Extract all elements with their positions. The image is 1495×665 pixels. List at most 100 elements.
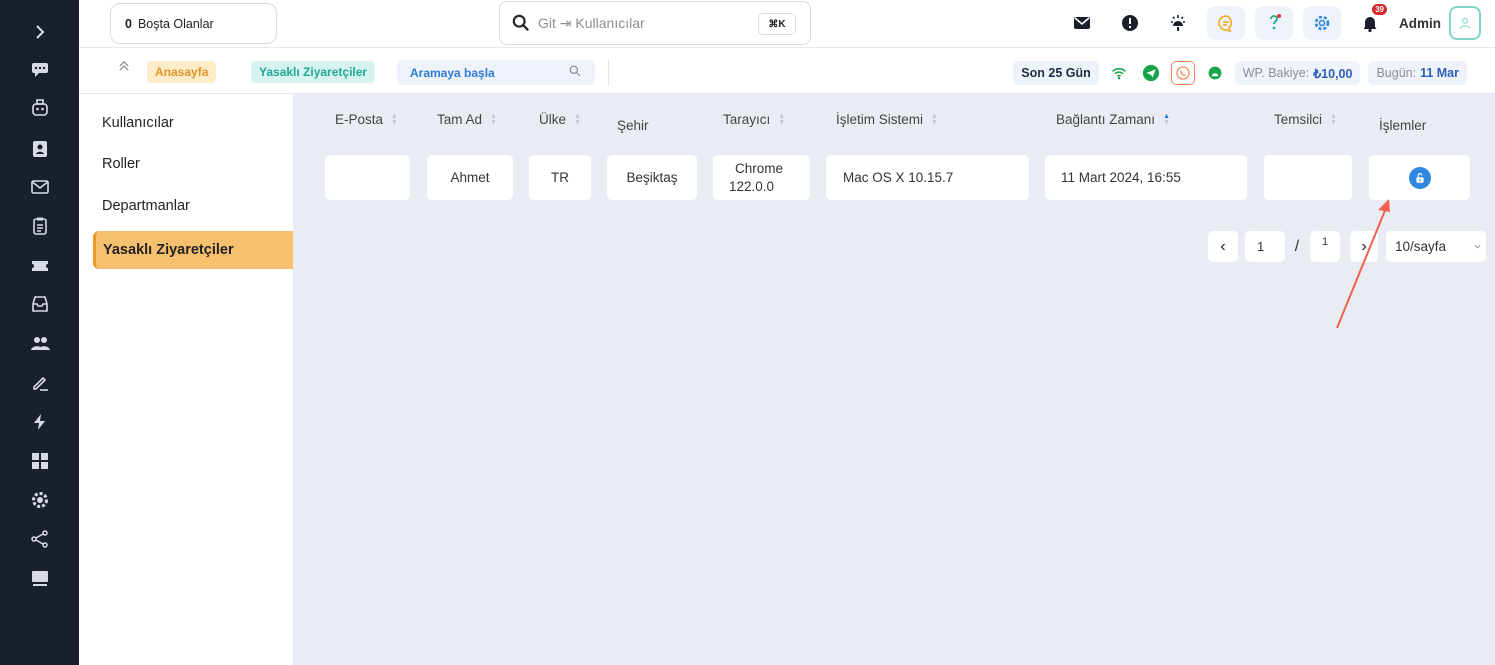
notifications-bell-icon[interactable]: 39 — [1351, 4, 1389, 40]
wp-balance: WP. Bakiye: ₺10,00 — [1234, 61, 1361, 85]
search-shortcut-badge: ⌘K — [758, 13, 796, 35]
status-strip: Son 25 Gün WP. Bakiye: ₺10,00 Bugün: 11 … — [1013, 61, 1495, 85]
feedback-icon[interactable] — [1207, 6, 1245, 40]
subnav-item-roles[interactable]: Roller — [93, 145, 293, 183]
collapse-chevron-icon[interactable] — [117, 59, 131, 76]
subnav-item-banned-visitors[interactable]: Yasaklı Ziyaretçiler — [93, 231, 293, 269]
column-header-full-name[interactable]: Tam Ad ▲ ▼ — [437, 112, 497, 127]
edit-pen-icon[interactable] — [0, 370, 79, 394]
breadcrumb-home[interactable]: Anasayfa — [147, 61, 217, 83]
wifi-icon — [1107, 61, 1131, 85]
page-size-select[interactable]: 10/sayfa — [1386, 231, 1486, 262]
wp-balance-label: WP. Bakiye: — [1242, 66, 1310, 80]
cell-email — [325, 155, 410, 200]
page-number-input[interactable]: 1 — [1245, 231, 1285, 262]
share-icon[interactable] — [0, 527, 79, 551]
quick-search-label: Aramaya başla — [410, 65, 495, 80]
preferences-gear-icon[interactable] — [1303, 6, 1341, 40]
cell-full-name: Ahmet — [427, 155, 513, 200]
subnav-item-users[interactable]: Kullanıcılar — [93, 104, 293, 142]
users-subnav: Kullanıcılar Roller Departmanlar Yasaklı… — [79, 94, 293, 665]
unban-lock-button[interactable] — [1408, 166, 1431, 189]
telegram-icon[interactable] — [1139, 61, 1163, 85]
divider — [608, 60, 609, 86]
cell-connected-at: 11 Mart 2024, 16:55 — [1045, 155, 1247, 200]
sort-icon[interactable]: ▲ ▼ — [778, 113, 785, 126]
cell-os: Mac OS X 10.15.7 — [826, 155, 1029, 200]
sort-icon[interactable]: ▲ ▼ — [490, 113, 497, 126]
page-size-value: 10/sayfa — [1395, 239, 1447, 254]
period-filter[interactable]: Son 25 Gün — [1013, 61, 1099, 85]
settings-gear-icon[interactable] — [0, 488, 79, 512]
sort-icon[interactable]: ▲ ▼ — [391, 113, 398, 126]
ticket-icon[interactable] — [0, 254, 79, 278]
mail-icon[interactable] — [0, 175, 79, 199]
sort-icon[interactable]: ▲ ▼ — [931, 113, 938, 126]
theme-bulb-icon[interactable] — [1159, 6, 1197, 40]
cell-actions — [1369, 155, 1470, 200]
chevron-right-icon — [1362, 243, 1367, 250]
column-label: Tarayıcı — [723, 112, 771, 127]
dashboard-grid-icon[interactable] — [0, 449, 79, 473]
cell-country: TR — [529, 155, 591, 200]
search-icon — [512, 14, 529, 31]
sort-icon[interactable]: ▲ ▼ — [1163, 113, 1170, 126]
column-label: E-Posta — [335, 112, 384, 127]
sort-icon[interactable]: ▲ ▼ — [1330, 113, 1337, 126]
column-label: Ülke — [539, 112, 567, 127]
lightning-icon[interactable] — [0, 410, 79, 434]
next-page-button[interactable] — [1350, 231, 1378, 262]
column-header-actions: İşlemler — [1379, 118, 1426, 133]
idle-users-button[interactable]: 0 Boşta Olanlar — [110, 3, 277, 44]
today-label: Bugün: — [1376, 66, 1417, 80]
clipboard-icon[interactable] — [0, 214, 79, 238]
chevron-down-icon — [1474, 244, 1481, 249]
column-label: Bağlantı Zamanı — [1056, 112, 1156, 127]
cell-city: Beşiktaş — [607, 155, 697, 200]
channel-status-icon[interactable] — [1203, 61, 1227, 85]
user-avatar-icon[interactable] — [1449, 6, 1481, 40]
messages-icon[interactable] — [1063, 6, 1101, 40]
help-icon[interactable] — [1255, 6, 1293, 40]
breadcrumb-current[interactable]: Yasaklı Ziyaretçiler — [251, 61, 376, 83]
sort-icon[interactable]: ▲ ▼ — [574, 113, 581, 126]
unlock-icon — [1415, 172, 1424, 183]
whatsapp-icon[interactable] — [1170, 61, 1195, 85]
total-pages: 1 — [1310, 231, 1340, 262]
chat-icon[interactable] — [0, 57, 79, 81]
quick-search-input[interactable]: Aramaya başla — [397, 60, 595, 85]
column-header-connected-at[interactable]: Bağlantı Zamanı ▲ ▼ — [1056, 112, 1170, 127]
top-bar: 0 Boşta Olanlar Git ⇥ Kullanıcılar ⌘K 39… — [79, 0, 1495, 48]
alert-icon[interactable] — [1111, 6, 1149, 40]
column-header-browser[interactable]: Tarayıcı ▲ ▼ — [723, 112, 785, 127]
cell-agent — [1264, 155, 1352, 200]
column-label: Tam Ad — [437, 112, 483, 127]
column-header-os[interactable]: İşletim Sistemi ▲ ▼ — [836, 112, 938, 127]
browser-version: 122.0.0 — [729, 178, 775, 194]
column-label: Temsilci — [1274, 112, 1323, 127]
inbox-icon[interactable] — [0, 292, 79, 316]
chevron-left-icon — [1220, 243, 1225, 250]
today-value: 11 Mar — [1420, 66, 1459, 80]
idle-count: 0 — [125, 16, 132, 31]
users-group-icon[interactable] — [0, 331, 79, 355]
user-name[interactable]: Admin — [1399, 16, 1441, 31]
expand-sidebar-icon[interactable] — [0, 20, 79, 44]
notification-badge: 39 — [1372, 4, 1387, 15]
today-date: Bugün: 11 Mar — [1368, 61, 1467, 85]
column-header-email[interactable]: E-Posta ▲ ▼ — [335, 112, 398, 127]
column-label: İşlemler — [1379, 118, 1427, 133]
column-header-agent[interactable]: Temsilci ▲ ▼ — [1274, 112, 1337, 127]
page-separator: / — [1294, 237, 1300, 255]
magnifier-icon — [569, 65, 581, 80]
global-search-input[interactable]: Git ⇥ Kullanıcılar ⌘K — [499, 1, 811, 45]
subnav-item-departments[interactable]: Departmanlar — [93, 187, 293, 225]
bot-icon[interactable] — [0, 96, 79, 120]
wp-balance-value: ₺10,00 — [1313, 66, 1353, 81]
column-header-country[interactable]: Ülke ▲ ▼ — [539, 112, 581, 127]
search-placeholder: Git ⇥ Kullanıcılar — [538, 14, 645, 31]
top-right-actions: 39 Admin — [1053, 4, 1495, 42]
prev-page-button[interactable] — [1208, 231, 1238, 262]
monitor-icon[interactable] — [0, 566, 79, 590]
contacts-icon[interactable] — [0, 137, 79, 161]
